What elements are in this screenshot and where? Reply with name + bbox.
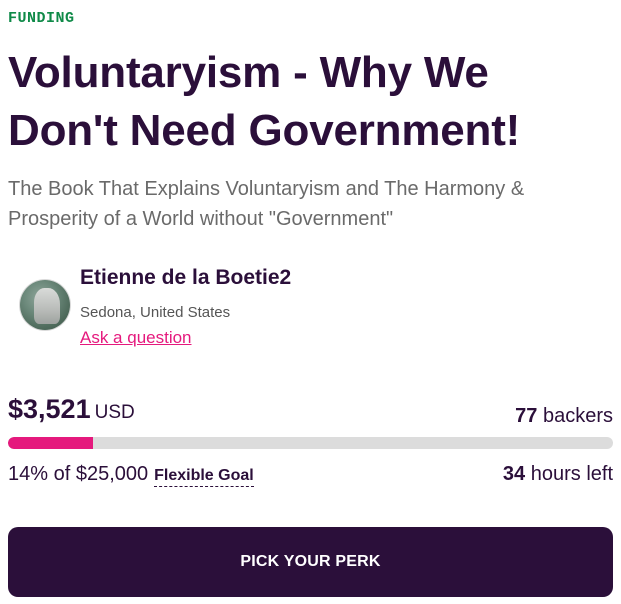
owner-location: Sedona, United States xyxy=(80,304,231,321)
funding-progress-fill xyxy=(8,437,93,449)
raised-currency: USD xyxy=(94,402,135,423)
avatar-statue-shape xyxy=(34,288,60,324)
pick-your-perk-button[interactable]: PICK YOUR PERK xyxy=(8,527,613,597)
backers-label: backers xyxy=(542,405,613,427)
time-left-value: 34 xyxy=(502,463,526,485)
backers-count-block: 77 backers xyxy=(515,405,613,428)
funding-progress-bar xyxy=(8,437,613,449)
time-left-block: 34 hours left xyxy=(503,463,613,486)
backers-count: 77 xyxy=(515,405,538,427)
campaign-page: FUNDING Voluntaryism - Why We Don't Need… xyxy=(0,0,621,604)
avatar-photo-icon[interactable] xyxy=(20,280,70,330)
owner-name[interactable]: Etienne de la Boetie2 xyxy=(80,266,291,290)
campaign-subtitle: The Book That Explains Voluntaryism and … xyxy=(8,178,525,230)
flexible-goal-info[interactable]: Flexible Goal xyxy=(154,467,254,487)
goal-summary: 14% of $25,000 Flexible Goal xyxy=(8,463,254,487)
goal-percent-text: 14% of $25,000 xyxy=(8,463,149,485)
time-left-label: hours left xyxy=(530,463,613,485)
funding-category-label: FUNDING xyxy=(8,10,75,27)
ask-a-question-link[interactable]: Ask a question xyxy=(80,328,192,348)
campaign-owner: Etienne de la Boetie2 Sedona, United Sta… xyxy=(20,264,600,354)
raised-amount-block: $3,521 USD xyxy=(8,394,135,425)
raised-amount: $3,521 xyxy=(8,394,91,424)
campaign-title: Voluntaryism - Why We Don't Need Governm… xyxy=(8,48,521,155)
